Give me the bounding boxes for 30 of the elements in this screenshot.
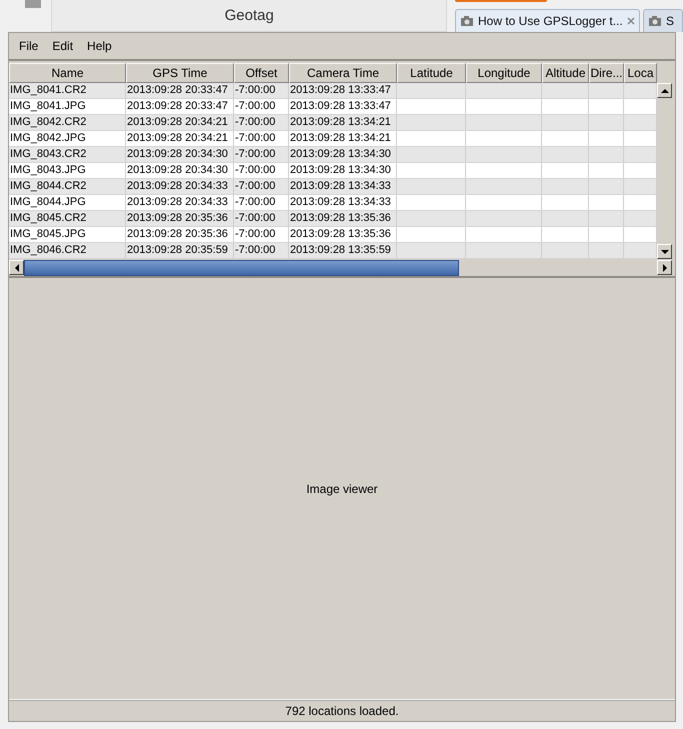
menu-item[interactable]: Edit bbox=[46, 37, 80, 55]
table-cell: 2013:09:28 20:35:59 bbox=[126, 243, 234, 259]
scrollbar-thumb[interactable] bbox=[24, 260, 459, 276]
column-header[interactable]: Loca bbox=[624, 63, 657, 83]
table-cell: IMG_8046.CR2 bbox=[9, 243, 126, 259]
column-header[interactable]: Offset bbox=[234, 63, 289, 83]
column-header[interactable]: Altitude bbox=[542, 63, 589, 83]
column-header[interactable]: Name bbox=[9, 63, 126, 83]
close-icon[interactable] bbox=[627, 17, 635, 25]
column-header[interactable]: Camera Time bbox=[289, 63, 397, 83]
camera-icon bbox=[648, 15, 662, 27]
menu-item[interactable]: File bbox=[13, 37, 44, 55]
window-title: Geotag bbox=[224, 7, 274, 24]
column-header[interactable]: Latitude bbox=[397, 63, 466, 83]
vertical-scrollbar[interactable] bbox=[657, 83, 672, 259]
left-arrow-icon bbox=[12, 264, 20, 272]
column-header[interactable]: Longitude bbox=[466, 63, 542, 83]
menu-item[interactable]: Help bbox=[81, 37, 118, 55]
down-arrow-icon bbox=[660, 248, 668, 256]
table-cell: -7:00:00 bbox=[234, 243, 289, 259]
browser-tab[interactable]: S bbox=[643, 9, 683, 32]
status-text: 792 locations loaded. bbox=[285, 704, 399, 718]
column-header[interactable]: Dire... bbox=[589, 63, 624, 83]
table-cell: 2013:09:28 13:35:59 bbox=[289, 243, 397, 259]
up-arrow-icon bbox=[660, 86, 668, 94]
right-arrow-icon bbox=[660, 264, 668, 272]
camera-icon bbox=[460, 15, 474, 27]
browser-tab[interactable]: How to Use GPSLogger t... bbox=[455, 9, 640, 32]
column-header[interactable]: GPS Time bbox=[126, 63, 234, 83]
image-viewer-label: Image viewer bbox=[306, 482, 378, 496]
